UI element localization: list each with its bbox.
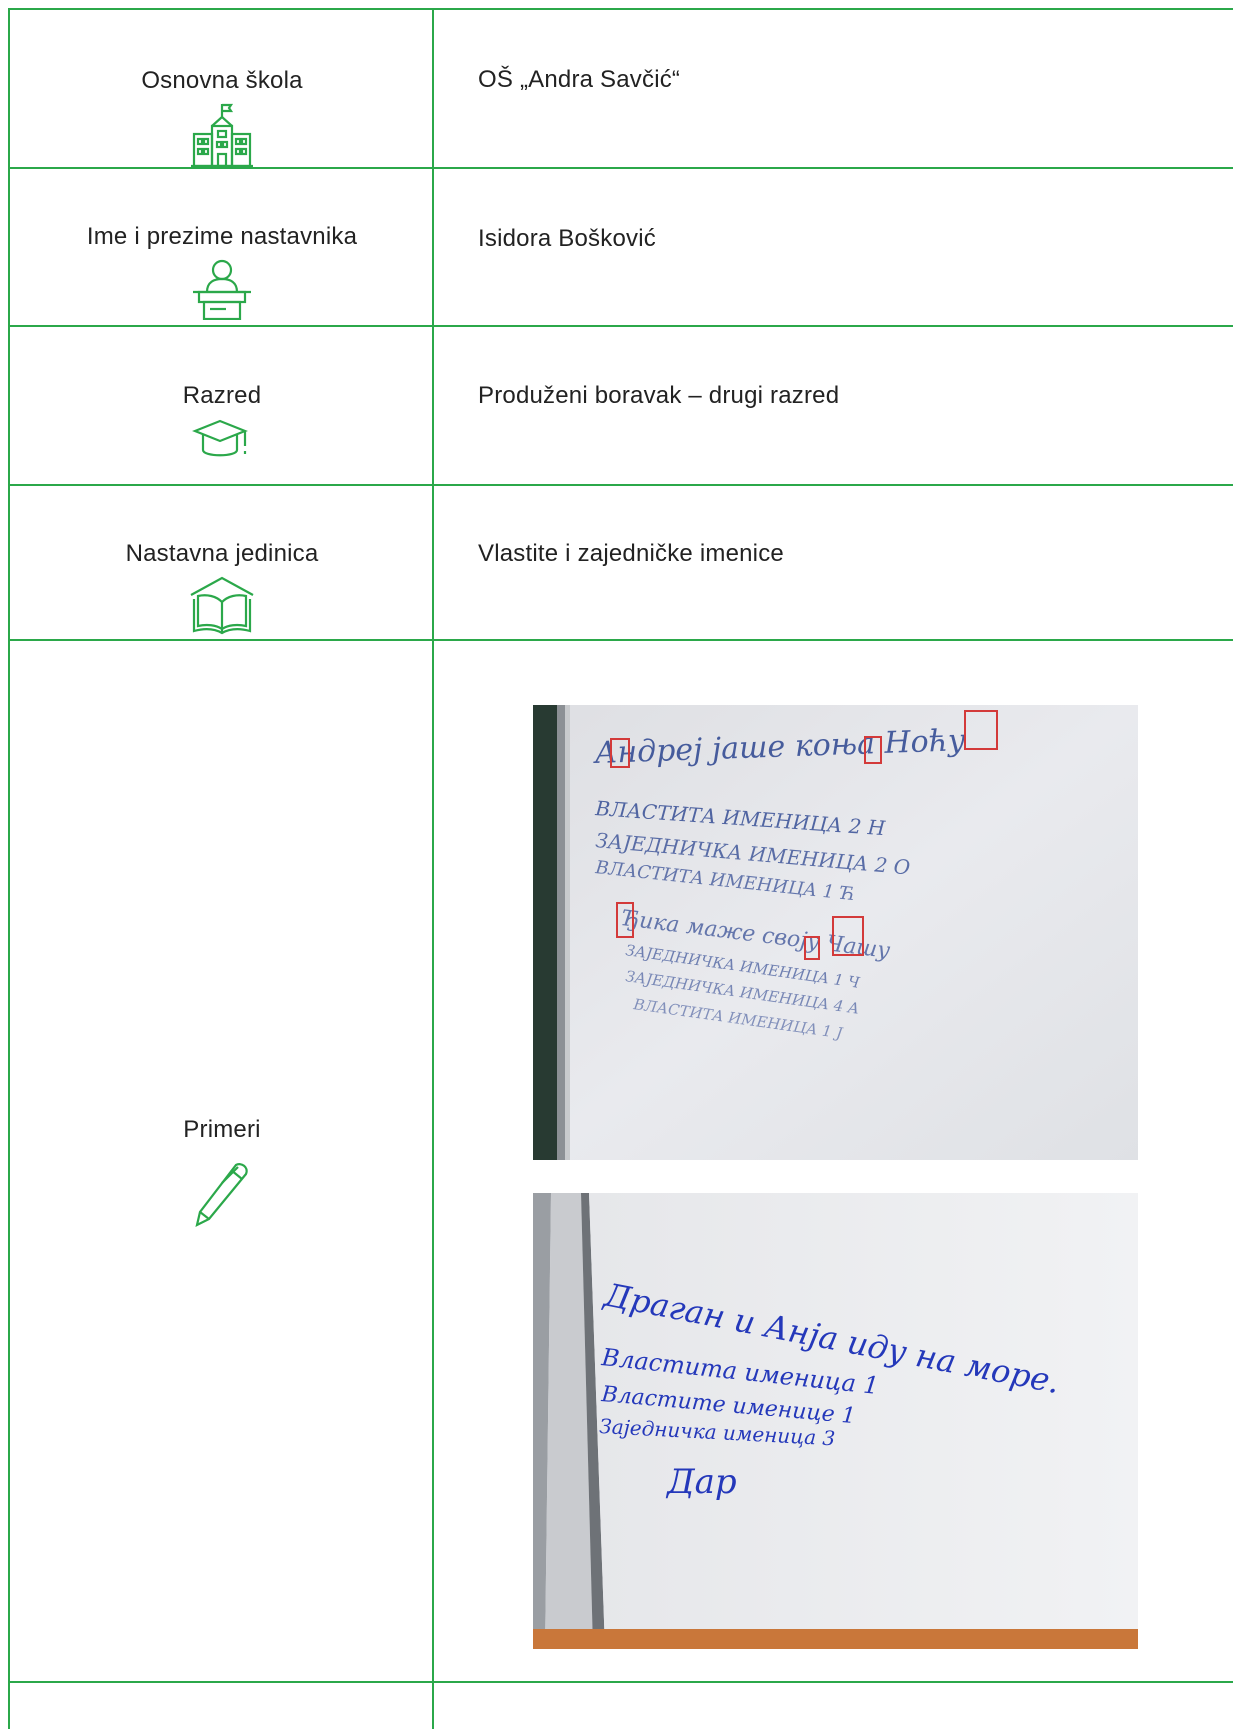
lesson-label: Nastavna jedinica xyxy=(125,540,319,567)
grade-label: Razred xyxy=(182,382,262,409)
row-lesson: Nastavna jedinica xyxy=(10,539,434,639)
pen-icon xyxy=(195,1163,248,1228)
school-label: Osnovna škola xyxy=(141,67,303,94)
whiteboard-photo-2: Драган и Анја иду на море. Властита имени… xyxy=(533,1193,1138,1649)
grade-value: Produženi boravak – drugi razred xyxy=(478,382,840,409)
open-book-icon xyxy=(190,576,254,635)
row-divider xyxy=(8,1681,1233,1683)
whiteboard-line: Дар xyxy=(665,1462,737,1502)
row-teacher: Ime i prezime nastavnika xyxy=(10,222,434,320)
teacher-label: Ime i prezime nastavnika xyxy=(86,223,358,250)
row-divider xyxy=(8,484,1233,486)
row-school: Osnovna škola xyxy=(10,66,434,168)
school-building-icon xyxy=(191,103,253,168)
row-examples: Primeri xyxy=(10,1115,434,1229)
table-border-top xyxy=(8,8,1233,10)
row-divider xyxy=(8,325,1233,327)
school-value: OŠ „Andra Savčić“ xyxy=(478,66,681,93)
lesson-value: Vlastite i zajedničke imenice xyxy=(478,540,784,567)
row-divider xyxy=(8,639,1233,641)
lesson-info-table: Osnovna škola OŠ „Andra Savčić“ Ime i pr… xyxy=(8,8,1233,1729)
whiteboard-photo-1: Андреј јаше коња Ноћу ВЛАСТИТА ИМЕНИЦА 2 … xyxy=(533,705,1138,1160)
row-grade: Razred xyxy=(10,381,434,461)
graduation-cap-icon xyxy=(192,419,248,457)
teacher-at-desk-icon xyxy=(193,259,251,320)
teacher-value: Isidora Bošković xyxy=(478,225,656,252)
examples-label: Primeri xyxy=(183,1116,261,1143)
